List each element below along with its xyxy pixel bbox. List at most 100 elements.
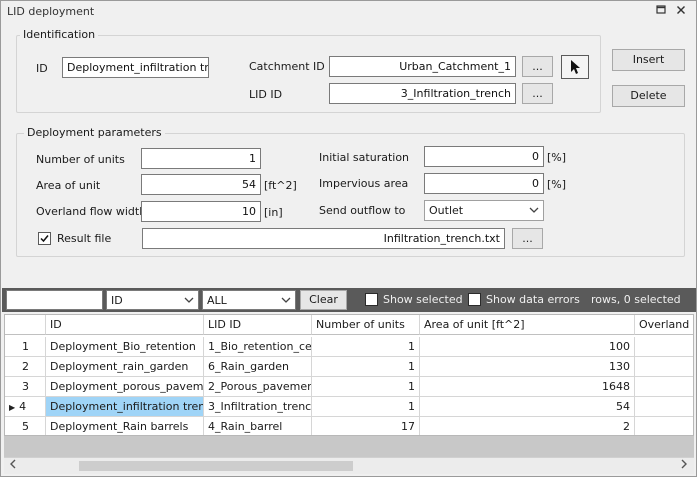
delete-button[interactable]: Delete <box>612 85 685 107</box>
cell-id[interactable]: Deployment_infiltration trench <box>46 397 204 417</box>
row-number: 3 <box>5 377 46 397</box>
area-of-unit-label: Area of unit <box>36 179 101 192</box>
row-number-cell: ▶ 4 <box>5 397 46 417</box>
cell-lid-id[interactable]: 3_Infiltration_trench <box>204 397 312 417</box>
cell-overland-flow[interactable] <box>635 377 693 397</box>
overland-flow-width-field[interactable]: 10 <box>141 201 261 222</box>
cell-number-of-units[interactable]: 1 <box>312 337 420 357</box>
cell-area-of-unit[interactable]: 100 <box>420 337 635 357</box>
pick-catchment-button[interactable] <box>561 55 589 79</box>
id-label: ID <box>36 62 48 75</box>
cell-lid-id[interactable]: 1_Bio_retention_cell <box>204 337 312 357</box>
cell-lid-id[interactable]: 2_Porous_pavement <box>204 377 312 397</box>
result-file-label: Result file <box>57 232 112 245</box>
horizontal-scrollbar[interactable] <box>4 457 694 474</box>
current-row-marker-icon: ▶ <box>9 403 16 412</box>
column-header-number-of-units[interactable]: Number of units <box>312 315 420 335</box>
lid-browse-button[interactable]: ... <box>522 83 553 104</box>
filter-search-input[interactable] <box>6 290 103 310</box>
overland-flow-width-label: Overland flow width <box>36 205 147 218</box>
chevron-down-icon <box>281 297 291 303</box>
cell-area-of-unit[interactable]: 54 <box>420 397 635 417</box>
filter-scope-value: ALL <box>207 294 227 307</box>
column-header-overland-flow[interactable]: Overland fl <box>635 315 693 335</box>
area-of-unit-field[interactable]: 54 <box>141 174 261 195</box>
saturation-unit-label: [%] <box>547 151 567 164</box>
cell-number-of-units[interactable]: 1 <box>312 357 420 377</box>
cell-overland-flow[interactable] <box>635 397 693 417</box>
row-number: 5 <box>5 417 46 435</box>
show-data-errors-checkbox[interactable] <box>468 293 481 306</box>
row-number: 2 <box>5 357 46 377</box>
number-of-units-field[interactable]: 1 <box>141 148 261 169</box>
lid-deployment-table: ID LID ID Number of units Area of unit [… <box>4 314 694 436</box>
cell-id[interactable]: Deployment_porous_pavement <box>46 377 204 397</box>
impervious-area-label: Impervious area <box>319 177 409 190</box>
cell-area-of-unit[interactable]: 130 <box>420 357 635 377</box>
catchment-id-field[interactable]: Urban_Catchment_1 <box>329 56 516 77</box>
filter-column-value: ID <box>111 294 123 307</box>
filter-toolbar: ID ALL Clear Show selected Show data err… <box>2 288 696 312</box>
row-number: 1 <box>5 337 46 357</box>
table-row-selected[interactable]: ▶ 4 Deployment_infiltration trench 3_Infi… <box>5 397 693 417</box>
flow-unit-label: [in] <box>264 206 283 219</box>
chevron-down-icon <box>529 207 539 213</box>
result-file-browse-button[interactable]: ... <box>512 228 543 249</box>
cell-overland-flow[interactable] <box>635 357 693 377</box>
impervious-unit-label: [%] <box>547 178 567 191</box>
result-file-field[interactable]: Infiltration_trench.txt <box>142 228 505 249</box>
table-row[interactable]: 5 Deployment_Rain barrels 4_Rain_barrel … <box>5 417 693 435</box>
area-unit-label: [ft^2] <box>264 179 297 192</box>
cell-number-of-units[interactable]: 1 <box>312 397 420 417</box>
initial-saturation-label: Initial saturation <box>319 151 410 164</box>
column-header-lid-id[interactable]: LID ID <box>204 315 312 335</box>
table-header-row: ID LID ID Number of units Area of unit [… <box>5 315 693 335</box>
cell-number-of-units[interactable]: 1 <box>312 377 420 397</box>
cell-area-of-unit[interactable]: 1648 <box>420 377 635 397</box>
result-file-checkbox[interactable] <box>38 232 51 245</box>
table-row[interactable]: 3 Deployment_porous_pavement 2_Porous_pa… <box>5 377 693 397</box>
maximize-icon[interactable] <box>653 4 669 20</box>
title-bar: LID deployment <box>1 1 696 23</box>
cell-id[interactable]: Deployment_Rain barrels <box>46 417 204 435</box>
filter-column-select[interactable]: ID <box>106 290 199 310</box>
impervious-area-field[interactable]: 0 <box>424 173 544 194</box>
lid-deployment-window: LID deployment Identification ID Deploym… <box>0 0 697 477</box>
column-header-id[interactable]: ID <box>46 315 204 335</box>
arrow-left-icon[interactable] <box>6 459 20 473</box>
cell-lid-id[interactable]: 6_Rain_garden <box>204 357 312 377</box>
cell-area-of-unit[interactable]: 2 <box>420 417 635 435</box>
insert-button[interactable]: Insert <box>612 49 685 71</box>
table-row[interactable]: 1 Deployment_Bio_retention 1_Bio_retenti… <box>5 337 693 357</box>
show-data-errors-label: Show data errors <box>486 293 580 306</box>
close-icon[interactable] <box>673 4 689 20</box>
filter-scope-select[interactable]: ALL <box>202 290 296 310</box>
send-outflow-to-value: Outlet <box>429 204 464 217</box>
arrow-right-icon[interactable] <box>677 459 691 473</box>
initial-saturation-field[interactable]: 0 <box>424 146 544 167</box>
catchment-browse-button[interactable]: ... <box>522 56 553 77</box>
pointer-icon <box>571 60 580 74</box>
selection-status-text: rows, 0 selected <box>591 293 681 306</box>
number-of-units-label: Number of units <box>36 153 125 166</box>
cell-overland-flow[interactable] <box>635 417 693 435</box>
show-selected-checkbox[interactable] <box>365 293 378 306</box>
clear-filter-button[interactable]: Clear <box>300 290 347 310</box>
catchment-id-label: Catchment ID <box>249 60 325 73</box>
cell-id[interactable]: Deployment_Bio_retention <box>46 337 204 357</box>
identification-group-title: Identification <box>20 28 99 41</box>
scrollbar-thumb[interactable] <box>79 461 353 471</box>
cell-overland-flow[interactable] <box>635 337 693 357</box>
window-title: LID deployment <box>7 5 95 18</box>
id-field[interactable]: Deployment_infiltration trench <box>62 57 209 78</box>
cell-number-of-units[interactable]: 17 <box>312 417 420 435</box>
column-header-area-of-unit[interactable]: Area of unit [ft^2] <box>420 315 635 335</box>
deployment-parameters-title: Deployment parameters <box>24 126 165 139</box>
table-row[interactable]: 2 Deployment_rain_garden 6_Rain_garden 1… <box>5 357 693 377</box>
cell-lid-id[interactable]: 4_Rain_barrel <box>204 417 312 435</box>
lid-id-label: LID ID <box>249 88 283 101</box>
lid-id-field[interactable]: 3_Infiltration_trench <box>329 83 516 104</box>
cell-id[interactable]: Deployment_rain_garden <box>46 357 204 377</box>
send-outflow-to-select[interactable]: Outlet <box>424 200 544 221</box>
table-empty-area <box>4 436 694 457</box>
